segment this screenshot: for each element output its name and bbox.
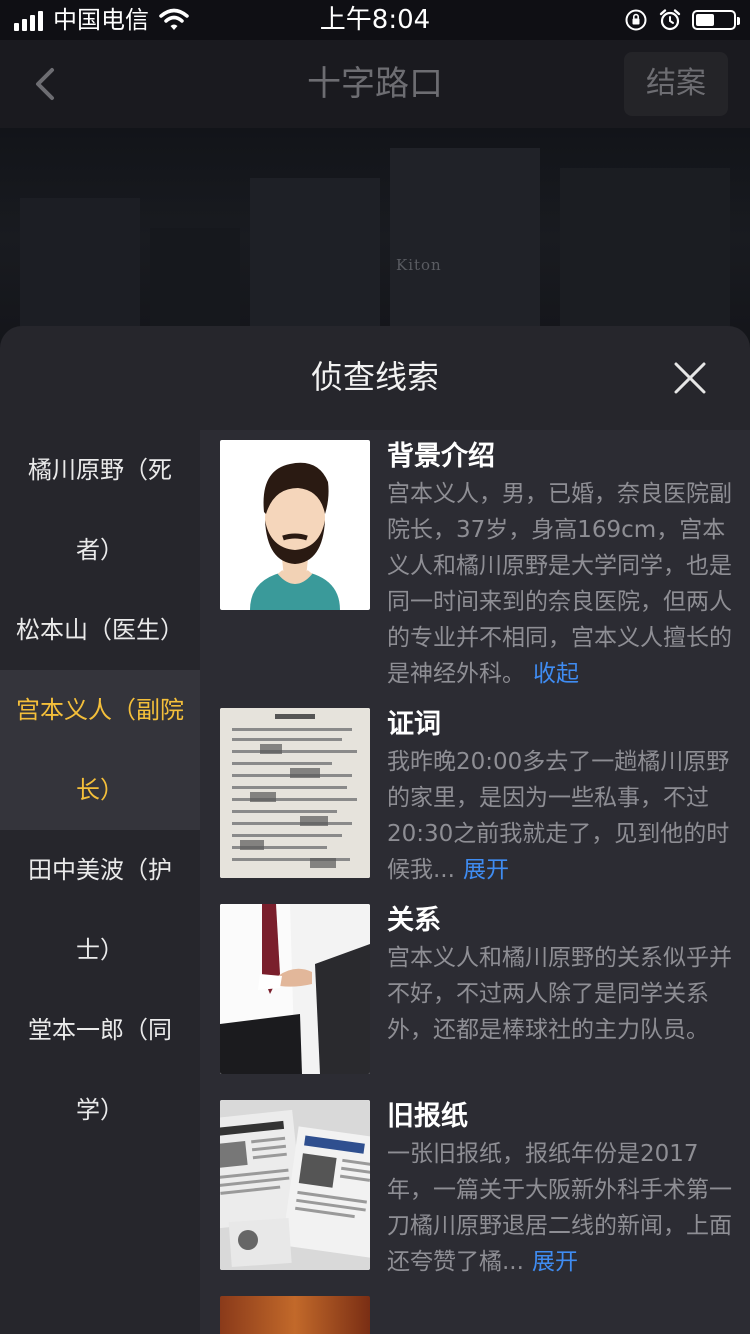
- clue-title: 背景介绍: [387, 441, 495, 472]
- clue-list: 背景介绍 宫本义人，男，已婚，奈良医院副院长，37岁，身高169cm，宫本义人和…: [200, 430, 750, 1334]
- clue-text: 宫本义人和橘川原野的关系似乎并不好，不过两人除了是同学关系外，还都是棒球社的主力…: [387, 945, 732, 1043]
- clue-text: 宫本义人，男，已婚，奈良医院副院长，37岁，身高169cm，宫本义人和橘川原野是…: [387, 481, 732, 687]
- avatar-image: [220, 440, 370, 610]
- suspect-list: 橘川原野（死者） 松本山（医生） 宫本义人（副院长） 田中美波（护士） 堂本一郎…: [0, 430, 200, 1150]
- handshake-image: [220, 904, 370, 1074]
- clue-image: [220, 1296, 370, 1334]
- clue-title: 关系: [387, 905, 441, 936]
- clue-text: 我昨晚20:00多去了一趟橘川原野的家里，是因为一些私事，不过20:30之前我就…: [387, 749, 730, 883]
- clue-body: 宫本义人，男，已婚，奈良医院副院长，37岁，身高169cm，宫本义人和橘川原野是…: [387, 476, 737, 692]
- clue-title: 旧报纸: [387, 1101, 468, 1132]
- sheet-title: 侦查线索: [310, 358, 439, 396]
- suspect-item[interactable]: 堂本一郎（同学）: [0, 990, 200, 1150]
- suspect-label: 堂本一郎（同学）: [28, 1016, 172, 1124]
- clues-sheet: 侦查线索 橘川原野（死者） 松本山（医生） 宫本义人（副院长） 田中美波（护士）…: [0, 326, 750, 1334]
- expand-link[interactable]: 展开: [532, 1249, 578, 1275]
- suspect-label: 田中美波（护士）: [28, 856, 172, 964]
- shop-sign: Kiton: [396, 256, 442, 274]
- suspect-label: 宫本义人（副院长）: [16, 696, 184, 804]
- suspect-item[interactable]: 橘川原野（死者）: [0, 430, 200, 590]
- suspect-label: 橘川原野（死者）: [28, 456, 172, 564]
- orientation-lock-icon: [625, 9, 647, 31]
- expand-link[interactable]: 展开: [463, 857, 509, 883]
- suspect-label: 松本山（医生）: [16, 616, 184, 644]
- suspect-item[interactable]: 松本山（医生）: [0, 590, 200, 670]
- newspaper-image: [220, 1100, 370, 1270]
- close-case-button[interactable]: 结案: [624, 52, 728, 116]
- suspect-item[interactable]: 田中美波（护士）: [0, 830, 200, 990]
- status-bar: 中国电信 上午8:04: [0, 0, 750, 40]
- nav-bar: 十字路口 结案: [0, 40, 750, 128]
- clue-title: [387, 1296, 737, 1334]
- testimony-document-image: [220, 708, 370, 878]
- collapse-link[interactable]: 收起: [533, 661, 579, 687]
- clue-body: 一张旧报纸，报纸年份是2017年，一篇关于大阪新外科手术第一刀橘川原野退居二线的…: [387, 1136, 737, 1280]
- suspect-item-active[interactable]: 宫本义人（副院长）: [0, 670, 200, 830]
- close-icon[interactable]: [670, 358, 710, 398]
- battery-icon: [692, 10, 740, 30]
- clue-body: 我昨晚20:00多去了一趟橘川原野的家里，是因为一些私事，不过20:30之前我就…: [387, 744, 737, 888]
- alarm-icon: [659, 9, 681, 31]
- clue-body: 宫本义人和橘川原野的关系似乎并不好，不过两人除了是同学关系外，还都是棒球社的主力…: [387, 940, 737, 1048]
- scene-background: Kiton: [0, 128, 750, 348]
- clue-title: 证词: [387, 709, 441, 740]
